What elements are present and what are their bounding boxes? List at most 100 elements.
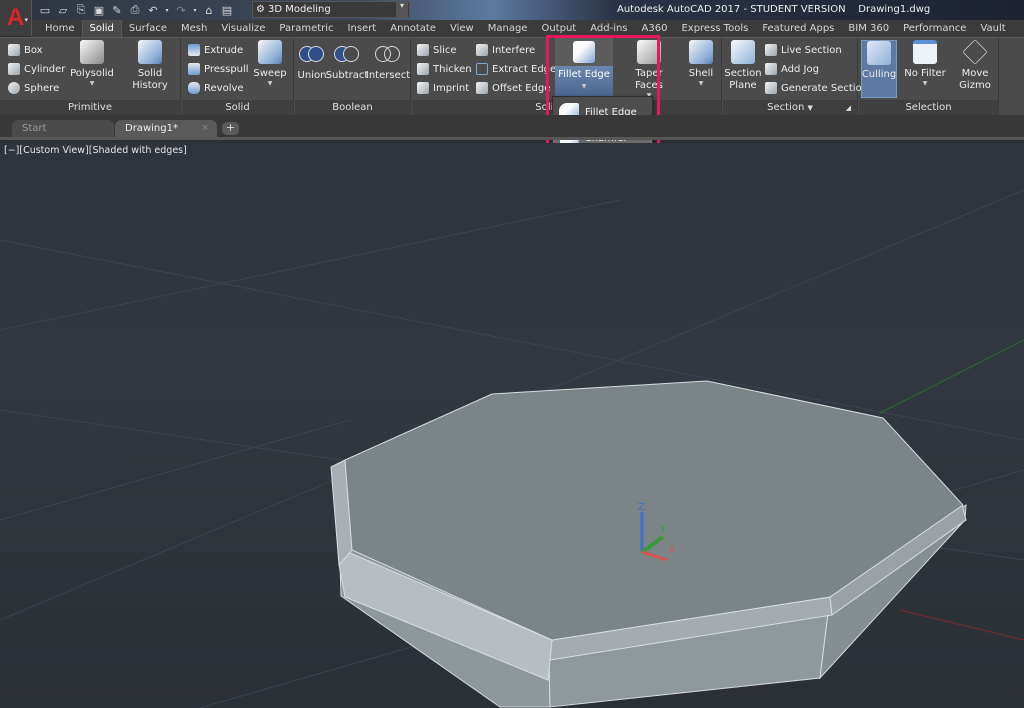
cylinder-icon: [8, 63, 20, 75]
panel-title-section[interactable]: Section ▼ ◢: [723, 100, 857, 116]
polysolid-button[interactable]: Polysolid ▼: [70, 40, 114, 88]
section-plane-icon: [731, 40, 755, 64]
slice-label: Slice: [433, 44, 457, 56]
cylinder-button[interactable]: Cylinder: [8, 60, 65, 78]
y-axis-line: [879, 339, 1024, 414]
union-button[interactable]: Union: [297, 40, 327, 82]
open-icon[interactable]: ▱: [56, 3, 70, 17]
redo-dropdown-icon[interactable]: ▾: [192, 3, 198, 17]
generate-section-button[interactable]: Generate Section: [765, 79, 868, 97]
tab-parametric[interactable]: Parametric: [272, 20, 340, 37]
tab-view[interactable]: View: [443, 20, 481, 37]
viewport-controls-label[interactable]: [−][Custom View][Shaded with edges]: [4, 145, 187, 156]
workspace-selector[interactable]: ⚙ 3D Modeling ▼: [252, 1, 410, 18]
thicken-button[interactable]: Thicken: [417, 60, 472, 78]
tab-vault[interactable]: Vault: [973, 20, 1012, 37]
close-icon[interactable]: ×: [201, 120, 209, 137]
ribbon-tab-bar: Home Solid Surface Mesh Visualize Parame…: [32, 20, 1024, 37]
file-tab-bar: Start Drawing1* × +: [0, 115, 1024, 140]
revolve-label: Revolve: [204, 82, 244, 94]
offset-edge-icon: [476, 82, 488, 94]
application-menu-button[interactable]: A ▾: [0, 0, 32, 36]
undo-icon[interactable]: ↶: [146, 3, 160, 17]
dialog-launcher-icon[interactable]: ◢: [846, 100, 851, 116]
customize-qat-button[interactable]: ▾: [396, 1, 408, 18]
presspull-button[interactable]: Presspull: [188, 60, 249, 78]
panel-title-selection: Selection: [859, 100, 998, 116]
save-icon[interactable]: ⎘: [74, 3, 88, 17]
tab-annotate[interactable]: Annotate: [383, 20, 443, 37]
slice-icon: [417, 44, 429, 56]
revolve-button[interactable]: Revolve: [188, 79, 244, 97]
drawing-viewport[interactable]: Z Y X [−][Custom View][Shaded with edges…: [0, 143, 1024, 708]
share-icon[interactable]: ▤: [220, 3, 234, 17]
add-jog-button[interactable]: Add Jog: [765, 60, 819, 78]
x-axis-line: [899, 609, 1024, 641]
print-icon[interactable]: ⎙: [128, 3, 142, 17]
sweep-icon: [258, 40, 282, 64]
box-button[interactable]: Box: [8, 41, 43, 59]
panel-primitive: Box Cylinder Sphere Polysolid ▼ Solid His…: [0, 38, 181, 116]
live-section-button[interactable]: Live Section: [765, 41, 842, 59]
file-tab-label: Drawing1*: [125, 123, 178, 134]
tab-surface[interactable]: Surface: [122, 20, 174, 37]
shell-label: Shell: [688, 68, 714, 79]
panel-title-primitive: Primitive: [0, 100, 180, 116]
file-tab-label: Start: [22, 123, 47, 134]
tab-performance[interactable]: Performance: [896, 20, 973, 37]
grid-line: [0, 199, 621, 331]
no-filter-icon: [913, 40, 937, 64]
file-tab-drawing1[interactable]: Drawing1* ×: [115, 120, 217, 137]
save-as-icon[interactable]: ▣: [92, 3, 106, 17]
match-properties-icon[interactable]: ⌂: [202, 3, 216, 17]
redo-icon[interactable]: ↷: [174, 3, 188, 17]
solid-history-icon: [138, 40, 162, 64]
title-bar: ▭ ▱ ⎘ ▣ ✎ ⎙ ↶ ▾ ↷ ▾ ⌂ ▤ ⚙ 3D Modeling ▼ …: [0, 0, 1024, 20]
tab-insert[interactable]: Insert: [341, 20, 384, 37]
intersect-button[interactable]: Intersect: [366, 40, 410, 82]
octagonal-solid: [330, 380, 967, 708]
slice-button[interactable]: Slice: [417, 41, 457, 59]
shell-button[interactable]: Shell ▼: [684, 40, 718, 88]
autocad-logo-icon: A: [6, 4, 25, 31]
tab-bim-360[interactable]: BIM 360: [841, 20, 896, 37]
interfere-button[interactable]: Interfere: [476, 41, 535, 59]
extrude-button[interactable]: Extrude: [188, 41, 243, 59]
new-icon[interactable]: ▭: [38, 3, 52, 17]
tab-manage[interactable]: Manage: [481, 20, 535, 37]
generate-section-label: Generate Section: [781, 82, 869, 94]
culling-button[interactable]: Culling: [861, 40, 897, 98]
offset-edge-button[interactable]: Offset Edge: [476, 79, 550, 97]
plot-icon[interactable]: ✎: [110, 3, 124, 17]
interfere-label: Interfere: [492, 44, 536, 56]
tab-featured-apps[interactable]: Featured Apps: [755, 20, 841, 37]
file-tab-start[interactable]: Start: [12, 120, 114, 137]
move-gizmo-button[interactable]: Move Gizmo: [955, 39, 995, 92]
tab-visualize[interactable]: Visualize: [214, 20, 272, 37]
sphere-button[interactable]: Sphere: [8, 79, 59, 97]
shell-icon: [689, 40, 713, 64]
panel-selection: Culling No Filter ▼ Move Gizmo Selection: [859, 38, 999, 116]
culling-icon: [867, 41, 891, 65]
new-tab-button[interactable]: +: [222, 122, 239, 135]
no-filter-button[interactable]: No Filter ▼: [903, 40, 947, 88]
subtract-label: Subtract: [325, 70, 369, 81]
imprint-button[interactable]: Imprint: [417, 79, 469, 97]
section-plane-button[interactable]: Section Plane: [724, 40, 762, 92]
sphere-icon: [8, 82, 20, 94]
tab-express-tools[interactable]: Express Tools: [674, 20, 755, 37]
undo-dropdown-icon[interactable]: ▾: [164, 3, 170, 17]
move-gizmo-label-1: Move: [961, 68, 989, 79]
sweep-label: Sweep: [253, 68, 287, 79]
tab-mesh[interactable]: Mesh: [174, 20, 214, 37]
ribbon-panel-area: Box Cylinder Sphere Polysolid ▼ Solid His…: [0, 37, 1024, 116]
offset-edge-label: Offset Edge: [492, 82, 551, 94]
imprint-label: Imprint: [433, 82, 470, 94]
tab-solid[interactable]: Solid: [81, 20, 122, 37]
sweep-button[interactable]: Sweep ▼: [252, 40, 288, 88]
chevron-down-icon: ▼: [267, 80, 273, 87]
chevron-down-icon: ▼: [807, 104, 813, 112]
subtract-button[interactable]: Subtract: [326, 40, 368, 82]
solid-history-button[interactable]: Solid History: [120, 40, 180, 92]
tab-home[interactable]: Home: [38, 20, 82, 37]
